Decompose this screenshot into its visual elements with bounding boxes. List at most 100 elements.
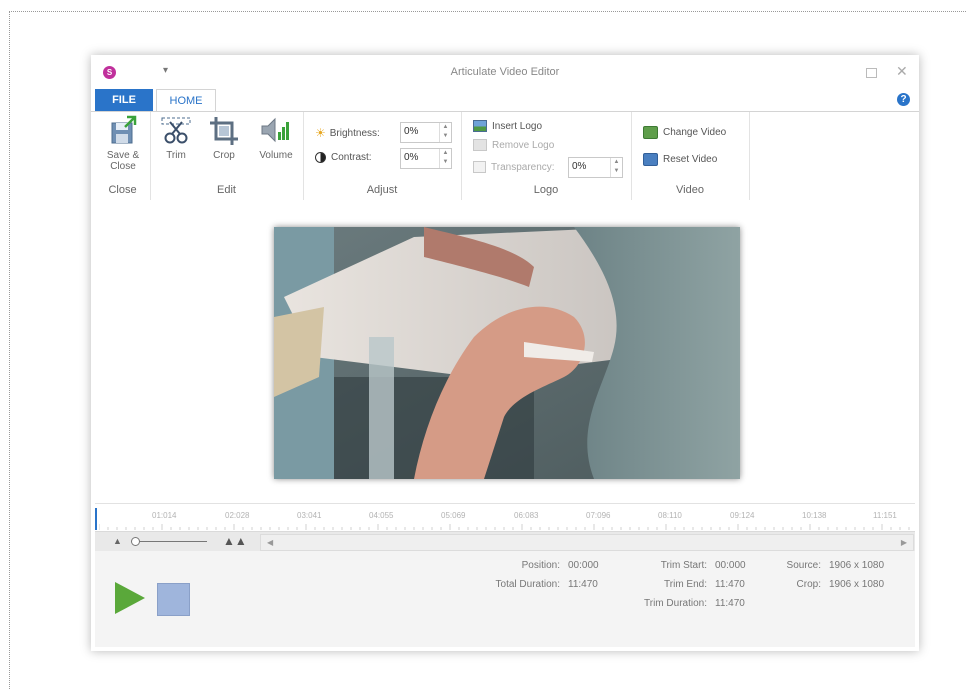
save-close-label: Save & Close <box>106 150 140 172</box>
change-video-button[interactable]: Change Video <box>643 126 726 139</box>
contrast-value: 0% <box>404 152 419 163</box>
timeline-label: 07:096 <box>586 511 611 520</box>
scissors-icon <box>160 114 192 148</box>
volume-button[interactable]: Volume <box>254 114 298 161</box>
brightness-arrows[interactable]: ▲ ▼ <box>439 123 451 142</box>
reset-video-icon <box>643 153 658 166</box>
timeline-label: 06:083 <box>514 511 539 520</box>
play-button[interactable] <box>115 582 145 614</box>
insert-logo-button[interactable]: Insert Logo <box>473 120 542 132</box>
trim-end-info: Trim End: 11:470 <box>615 579 745 590</box>
video-group: Change Video Reset Video Video <box>631 112 750 200</box>
adjust-group-label: Adjust <box>366 184 398 196</box>
source-info: Source: 1906 x 1080 <box>765 560 885 571</box>
zoom-out-icon[interactable]: ▲ <box>113 536 122 546</box>
position-info: Position: 00:000 <box>465 560 599 571</box>
contrast-arrows[interactable]: ▲ ▼ <box>439 149 451 168</box>
tab-home[interactable]: HOME <box>156 89 216 111</box>
timeline-label: 03:041 <box>297 511 322 520</box>
contrast-icon <box>315 152 326 163</box>
zoom-slider-thumb[interactable] <box>131 537 140 546</box>
transparency-label: Transparency: <box>491 161 555 173</box>
change-video-icon <box>643 126 658 139</box>
video-editor-window: S ▾ Articulate Video Editor ✕ FILE HOME … <box>91 55 919 651</box>
horizontal-scrollbar[interactable]: ◀ ▶ <box>260 534 914 551</box>
crop-icon <box>208 114 240 148</box>
trim-button[interactable]: Trim <box>158 114 194 161</box>
zoom-scroll-bar: ▲ ▲▲ ◀ ▶ <box>95 531 915 552</box>
maximize-button[interactable] <box>866 68 877 78</box>
crop-button[interactable]: Crop <box>206 114 242 161</box>
adjust-group: ☀ Brightness: 0% ▲ ▼ Contrast: 0% ▲ ▼ Adju… <box>303 112 462 200</box>
remove-logo-button[interactable]: Remove Logo <box>473 139 554 151</box>
total-duration-value: 11:470 <box>568 579 598 590</box>
trim-end-value: 11:470 <box>715 579 745 590</box>
playhead[interactable] <box>95 508 97 530</box>
timeline-label: 04:055 <box>369 511 394 520</box>
total-duration-label: Total Duration: <box>495 579 560 590</box>
save-close-button[interactable]: Save & Close <box>101 114 145 172</box>
logo-group: Insert Logo Remove Logo Transparency: 0%… <box>461 112 632 200</box>
video-stage <box>91 200 919 503</box>
timeline-label: 02:028 <box>225 511 250 520</box>
close-button[interactable]: ✕ <box>896 63 908 80</box>
playback-panel: Position: 00:000 Total Duration: 11:470 Tr… <box>95 551 915 647</box>
tab-file[interactable]: FILE <box>95 89 153 111</box>
source-label: Source: <box>786 560 821 571</box>
edit-group: Trim Crop Volume Edit <box>150 112 304 200</box>
timeline-label: 08:110 <box>658 511 682 520</box>
trim-duration-value: 11:470 <box>715 598 745 609</box>
transparency-arrows[interactable]: ▲ ▼ <box>610 158 622 177</box>
stop-button[interactable] <box>157 583 190 616</box>
contrast-label: Contrast: <box>331 152 372 163</box>
insert-logo-icon <box>473 120 487 132</box>
position-label: Position: <box>521 560 560 571</box>
video-preview[interactable] <box>274 227 740 479</box>
volume-icon <box>260 114 292 148</box>
timeline-label: 10:138 <box>802 511 827 520</box>
logo-group-label: Logo <box>533 184 559 196</box>
zoom-slider[interactable] <box>131 541 207 542</box>
help-icon[interactable]: ? <box>897 93 910 106</box>
contrast-stepper[interactable]: 0% ▲ ▼ <box>400 148 452 169</box>
save-close-icon <box>107 114 139 148</box>
video-frame-image <box>274 227 740 479</box>
close-group: Save & Close Close <box>95 112 151 200</box>
edit-group-label: Edit <box>217 184 236 196</box>
window-title: Articulate Video Editor <box>450 66 560 78</box>
crop-info-label: Crop: <box>796 579 821 590</box>
transparency-row: Transparency: <box>473 161 555 173</box>
trim-duration-info: Trim Duration: 11:470 <box>615 598 745 609</box>
trim-end-label: Trim End: <box>664 579 707 590</box>
brightness-label: Brightness: <box>329 127 380 139</box>
trim-duration-label: Trim Duration: <box>644 598 707 609</box>
crop-info-value: 1906 x 1080 <box>829 579 885 590</box>
timeline-label: 09:124 <box>730 511 755 520</box>
timeline-label: 05:069 <box>441 511 466 520</box>
reset-video-button[interactable]: Reset Video <box>643 153 717 166</box>
source-value: 1906 x 1080 <box>829 560 885 571</box>
contrast-row: Contrast: <box>315 152 372 163</box>
title-bar: S ▾ Articulate Video Editor ✕ <box>91 55 919 89</box>
trim-start-info: Trim Start: 00:000 <box>615 560 746 571</box>
scroll-right-icon[interactable]: ▶ <box>901 538 907 547</box>
reset-video-label: Reset Video <box>663 154 718 165</box>
video-group-label: Video <box>676 184 704 196</box>
ribbon-tabs: FILE HOME ? <box>91 89 919 111</box>
timeline-ruler[interactable]: 01:014 02:028 03:041 04:055 05:069 06:08… <box>95 503 915 532</box>
scroll-left-icon[interactable]: ◀ <box>267 538 273 547</box>
change-video-label: Change Video <box>663 127 727 138</box>
zoom-in-icon[interactable]: ▲▲ <box>223 534 247 548</box>
brightness-value: 0% <box>404 126 419 137</box>
trim-label: Trim <box>166 150 186 161</box>
brightness-stepper[interactable]: 0% ▲ ▼ <box>400 122 452 143</box>
timeline-label: 01:014 <box>152 511 177 520</box>
position-value: 00:000 <box>568 560 599 571</box>
brightness-icon: ☀ <box>315 126 326 140</box>
transparency-value: 0% <box>572 161 587 172</box>
volume-label: Volume <box>259 150 293 161</box>
brightness-row: ☀ Brightness: <box>315 126 380 140</box>
ribbon: Save & Close Close Trim Crop Volume Edit… <box>91 111 919 201</box>
crop-info: Crop: 1906 x 1080 <box>765 579 885 590</box>
transparency-stepper[interactable]: 0% ▲ ▼ <box>568 157 623 178</box>
